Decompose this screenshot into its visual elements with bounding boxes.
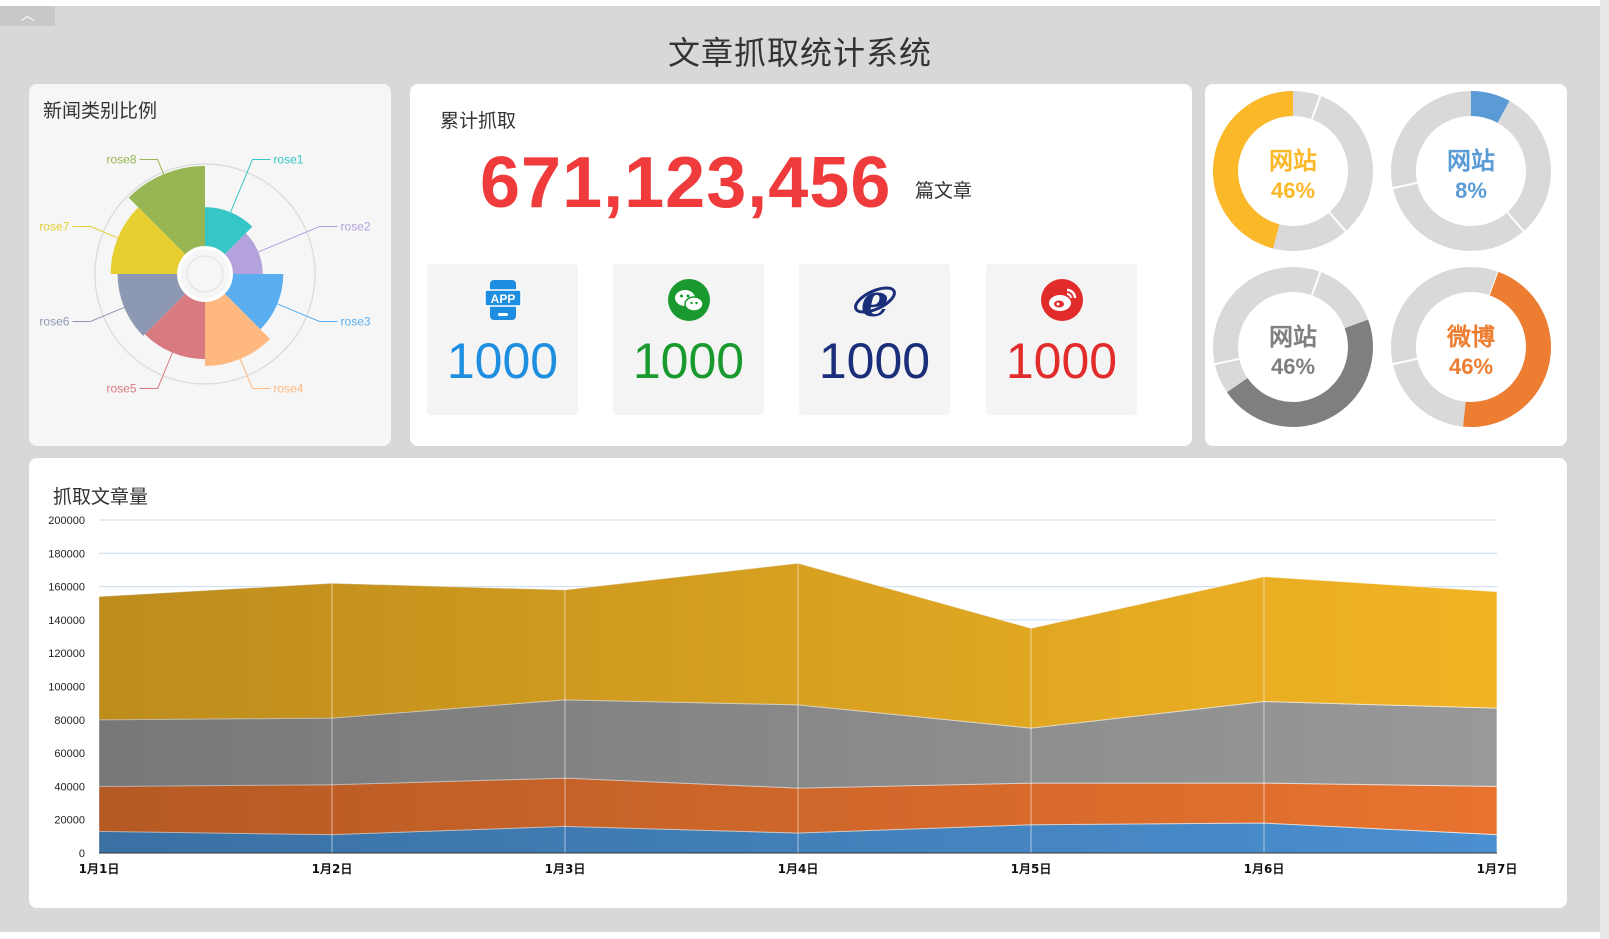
donut-3[interactable]: 微博 46% <box>1391 267 1551 427</box>
donut-charts: 网站 46% 网站 8% 网站 46% 微博 46% <box>1213 91 1551 427</box>
x-tick-label: 1月7日 <box>1477 862 1518 876</box>
category-rose-panel: 新闻类别比例 rose1 rose2 rose3 rose4 rose5 rose6 ros… <box>29 84 391 446</box>
total-panel-title: 累计抓取 <box>440 110 517 132</box>
y-tick-label: 120000 <box>48 648 85 660</box>
ie-browser-icon: e <box>853 278 896 322</box>
y-tick-label: 200000 <box>48 515 85 527</box>
donut-1[interactable]: 网站 8% <box>1391 91 1551 251</box>
x-tick-label: 1月3日 <box>545 862 586 876</box>
weibo-icon <box>1040 279 1083 321</box>
weibo-count: 1000 <box>1005 333 1118 389</box>
donut-value-arc <box>1470 91 1510 124</box>
stat-card-weibo[interactable]: 1000 <box>986 264 1137 415</box>
rose-leader-line <box>139 158 165 175</box>
wechat-count: 1000 <box>632 333 745 389</box>
collapse-tab[interactable]: ︿ <box>0 6 55 26</box>
page-title: 文章抓取统计系统 <box>667 34 932 72</box>
rose-label: rose8 <box>107 152 137 166</box>
rose-leader-line <box>258 226 338 253</box>
article-volume-panel: 抓取文章量 0 20000 40000 60000 80000 100000 120000 1… <box>29 458 1567 908</box>
x-tick-label: 1月2日 <box>312 862 353 876</box>
donut-percent: 8% <box>1455 178 1487 203</box>
x-tick-label: 1月1日 <box>79 862 120 876</box>
donut-label: 网站 <box>1269 147 1317 175</box>
y-tick-label: 0 <box>79 848 85 860</box>
wechat-icon <box>667 279 710 321</box>
rose-chart: rose1 rose2 rose3 rose4 rose5 rose6 rose7 rose8 <box>39 152 371 396</box>
total-crawl-panel: 累计抓取 671,123,456 篇文章 APP 1000 1000 e 100… <box>410 84 1192 446</box>
x-tick-label: 1月6日 <box>1244 862 1285 876</box>
x-tick-label: 1月5日 <box>1011 862 1052 876</box>
svg-text:e: e <box>861 278 889 322</box>
chevron-up-icon: ︿ <box>20 8 35 24</box>
rose-leader-line <box>239 358 271 390</box>
rose-label: rose6 <box>39 314 69 328</box>
donut-0[interactable]: 网站 46% <box>1213 91 1373 251</box>
app-count: 1000 <box>446 333 559 389</box>
y-tick-label: 140000 <box>48 615 85 627</box>
rose-leader-line <box>72 226 119 239</box>
y-tick-label: 20000 <box>54 815 85 827</box>
rose-label: rose5 <box>107 382 137 396</box>
rose-leader-line <box>139 352 173 390</box>
rose-leader-line <box>72 306 125 322</box>
donut-2[interactable]: 网站 46% <box>1213 267 1373 427</box>
donut-percent: 46% <box>1271 178 1315 203</box>
stat-card-wechat[interactable]: 1000 <box>613 264 764 415</box>
total-unit-label: 篇文章 <box>915 180 973 202</box>
rose-label: rose2 <box>341 220 371 234</box>
y-tick-label: 160000 <box>48 582 85 594</box>
y-tick-label: 80000 <box>54 715 85 727</box>
svg-text:APP: APP <box>490 292 515 306</box>
donut-percent: 46% <box>1271 354 1315 379</box>
donut-percent: 46% <box>1449 354 1493 379</box>
stat-card-web[interactable]: e 1000 <box>799 264 950 415</box>
rose-leader-line <box>230 158 271 213</box>
rose-label: rose4 <box>273 382 303 396</box>
web-count: 1000 <box>818 333 931 389</box>
donut-label: 网站 <box>1447 147 1495 175</box>
donut-label: 微博 <box>1446 323 1495 351</box>
y-tick-label: 60000 <box>54 748 85 760</box>
channel-donut-panel: 网站 46% 网站 8% 网站 46% 微博 46% <box>1205 84 1567 446</box>
vertical-scrollbar[interactable] <box>1600 0 1609 939</box>
rose-label: rose7 <box>39 220 69 234</box>
y-tick-label: 40000 <box>54 781 85 793</box>
app-icon: APP <box>483 280 522 320</box>
rose-label: rose1 <box>273 152 303 166</box>
stat-card-app[interactable]: APP 1000 <box>427 264 578 415</box>
y-tick-label: 180000 <box>48 548 85 560</box>
donut-label: 网站 <box>1269 323 1317 351</box>
rose-label: rose3 <box>341 314 371 328</box>
y-tick-label: 100000 <box>48 682 85 694</box>
total-count: 671,123,456 <box>480 143 892 223</box>
x-tick-label: 1月4日 <box>778 862 819 876</box>
stacked-area-chart: 0 20000 40000 60000 80000 100000 120000 140000 1… <box>48 515 1518 876</box>
